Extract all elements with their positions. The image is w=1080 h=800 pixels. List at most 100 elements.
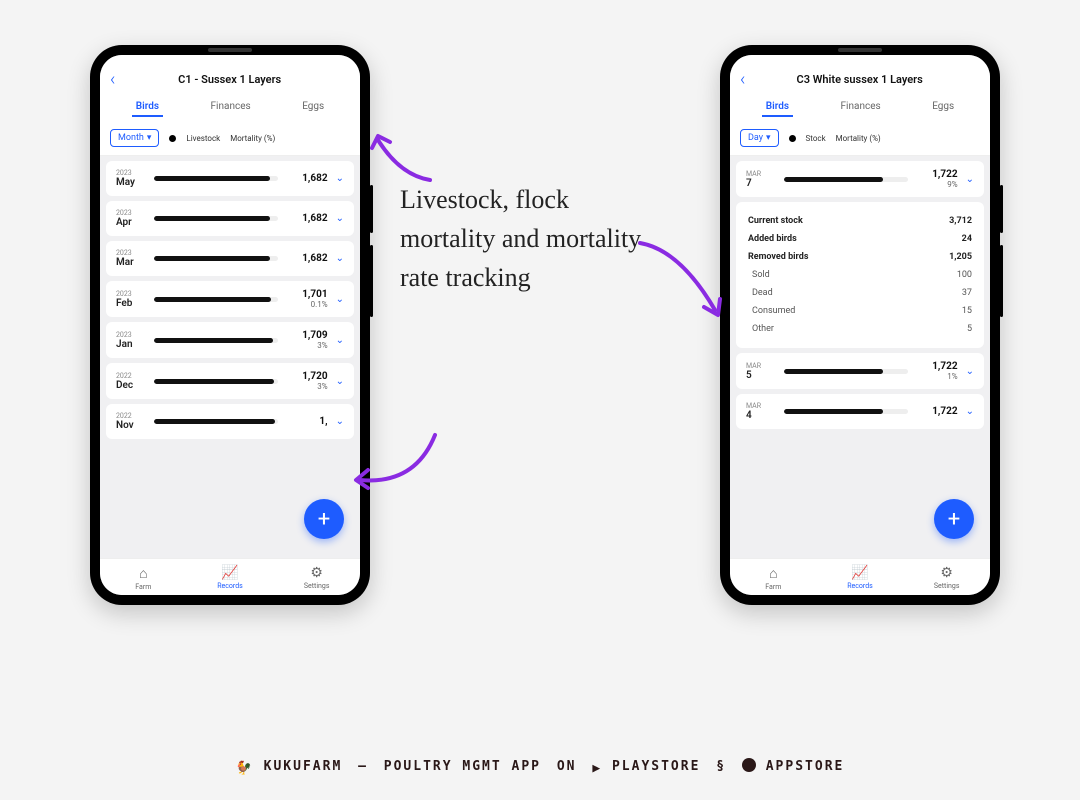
tab-birds[interactable]: Birds: [762, 98, 793, 117]
back-icon[interactable]: ‹: [110, 69, 115, 90]
bar-track: [154, 176, 278, 181]
bottom-nav: ⌂Farm📈Records⚙Settings: [730, 558, 990, 595]
record-row[interactable]: 2023Mar1,682⌄: [106, 241, 354, 276]
record-row[interactable]: 2023Apr 1,682 ⌄: [106, 201, 354, 236]
nav-farm[interactable]: ⌂Farm: [100, 565, 187, 591]
period-selector[interactable]: Day ▾: [740, 129, 779, 147]
record-row[interactable]: MAR51,7221%⌄: [736, 353, 984, 389]
tab-bar: Birds Finances Eggs: [110, 98, 350, 117]
records-list[interactable]: 2023May1,682⌄2023Apr1,682⌄2023Mar1,682⌄2…: [100, 156, 360, 558]
chevron-down-icon[interactable]: ⌄: [966, 366, 974, 377]
chevron-down-icon[interactable]: ⌄: [336, 253, 344, 264]
chevron-down-icon[interactable]: ⌄: [966, 174, 974, 185]
record-row[interactable]: MAR71,7229%⌄: [736, 161, 984, 197]
legend-dot-icon: [169, 135, 176, 142]
value-sub: 1%: [916, 372, 958, 381]
tab-finances[interactable]: Finances: [837, 98, 885, 117]
bar-fill: [154, 379, 274, 384]
value-main: 1,682: [286, 173, 328, 184]
tab-birds[interactable]: Birds: [132, 98, 163, 117]
record-row[interactable]: 2022Nov1,⌄: [106, 404, 354, 439]
chevron-down-icon[interactable]: ⌄: [336, 294, 344, 305]
nav-records[interactable]: 📈Records: [817, 565, 904, 591]
date-label: Mar: [116, 257, 146, 268]
tab-eggs[interactable]: Eggs: [298, 98, 328, 117]
date-label: Apr: [116, 217, 146, 228]
value-column: 1,7010.1%: [286, 289, 328, 309]
chevron-down-icon[interactable]: ⌄: [336, 173, 344, 184]
farm-icon: ⌂: [730, 565, 817, 582]
settings-icon: ⚙: [273, 565, 360, 581]
value-column: 1,7203%: [286, 371, 328, 391]
detail-card: Current stock 3,712 Added birds24 Removed b…: [736, 202, 984, 348]
page-title: C3 White sussex 1 Layers: [751, 73, 980, 86]
date-column: 2023Apr: [116, 209, 146, 228]
date-label: Nov: [116, 420, 146, 431]
chevron-down-icon[interactable]: ⌄: [336, 376, 344, 387]
value-main: 1,722: [916, 406, 958, 417]
record-row[interactable]: 2022Dec1,7203%⌄: [106, 363, 354, 399]
records-list[interactable]: MAR71,7229%⌄Current stock3,712Added bird…: [730, 156, 990, 558]
back-icon[interactable]: ‹: [740, 69, 745, 90]
chart-legend: Livestock Mortality (%): [169, 134, 275, 143]
add-button[interactable]: +: [304, 499, 344, 539]
chevron-down-icon[interactable]: ⌄: [966, 406, 974, 417]
bar-track: [154, 379, 278, 384]
nav-settings[interactable]: ⚙Settings: [273, 565, 360, 591]
power-button: [1000, 185, 1003, 233]
volume-button: [370, 245, 373, 317]
detail-value: 24: [962, 234, 972, 244]
detail-row: Added birds24: [748, 230, 972, 248]
bar-fill: [154, 338, 273, 343]
detail-value: 100: [957, 270, 972, 280]
nav-farm[interactable]: ⌂Farm: [730, 565, 817, 591]
tab-finances[interactable]: Finances: [207, 98, 255, 117]
appstore-label: APPSTORE: [766, 759, 845, 774]
detail-value: 15: [962, 306, 972, 316]
value-column: 1,682: [286, 213, 328, 224]
value-main: 1,701: [286, 289, 328, 300]
detail-value: 1,205: [949, 252, 972, 262]
detail-row: Consumed15: [748, 302, 972, 320]
value-column: 1,7093%: [286, 330, 328, 350]
date-label: Jan: [116, 339, 146, 350]
detail-value: 3,712: [949, 216, 972, 226]
record-row[interactable]: 2023Jan1,7093%⌄: [106, 322, 354, 358]
detail-label: Current stock: [748, 216, 803, 226]
screen-right: ‹ C3 White sussex 1 Layers Birds Finances…: [730, 55, 990, 595]
value-sub: 9%: [916, 180, 958, 189]
period-selector[interactable]: Month ▾: [110, 129, 159, 147]
value-sub: 3%: [286, 341, 328, 350]
chevron-down-icon[interactable]: ⌄: [336, 335, 344, 346]
bar-track: [154, 216, 278, 221]
record-row[interactable]: 2023Feb1,7010.1%⌄: [106, 281, 354, 317]
tab-eggs[interactable]: Eggs: [928, 98, 958, 117]
record-row[interactable]: MAR41,722⌄: [736, 394, 984, 429]
arrow-icon: [630, 235, 730, 329]
date-label: 7: [746, 178, 776, 189]
record-row[interactable]: 2023May 1,682 ⌄: [106, 161, 354, 196]
date-column: 2022Nov: [116, 412, 146, 431]
detail-label: Removed birds: [748, 252, 808, 262]
date-year: MAR: [746, 402, 776, 410]
chevron-down-icon[interactable]: ⌄: [336, 416, 344, 427]
date-column: 2023May: [116, 169, 146, 188]
date-year: 2022: [116, 372, 146, 380]
detail-row: Sold100: [748, 266, 972, 284]
phone-speaker: [208, 48, 252, 52]
phone-mockup-left: ‹ C1 - Sussex 1 Layers BirdsFinancesEggs…: [90, 45, 370, 605]
date-column: MAR7: [746, 170, 776, 189]
date-year: MAR: [746, 170, 776, 178]
detail-row: Current stock 3,712: [748, 212, 972, 230]
bar-track: [154, 419, 278, 424]
nav-records[interactable]: 📈Records: [187, 565, 274, 591]
records-icon: 📈: [187, 565, 274, 581]
filter-bar: Month ▾ Livestock Mortality (%): [100, 123, 360, 156]
chevron-down-icon[interactable]: ⌄: [336, 213, 344, 224]
detail-row: Dead37: [748, 284, 972, 302]
add-button[interactable]: +: [934, 499, 974, 539]
nav-settings[interactable]: ⚙Settings: [903, 565, 990, 591]
date-year: MAR: [746, 362, 776, 370]
arrow-icon: [350, 430, 450, 504]
playstore-icon: ▶: [592, 761, 602, 776]
